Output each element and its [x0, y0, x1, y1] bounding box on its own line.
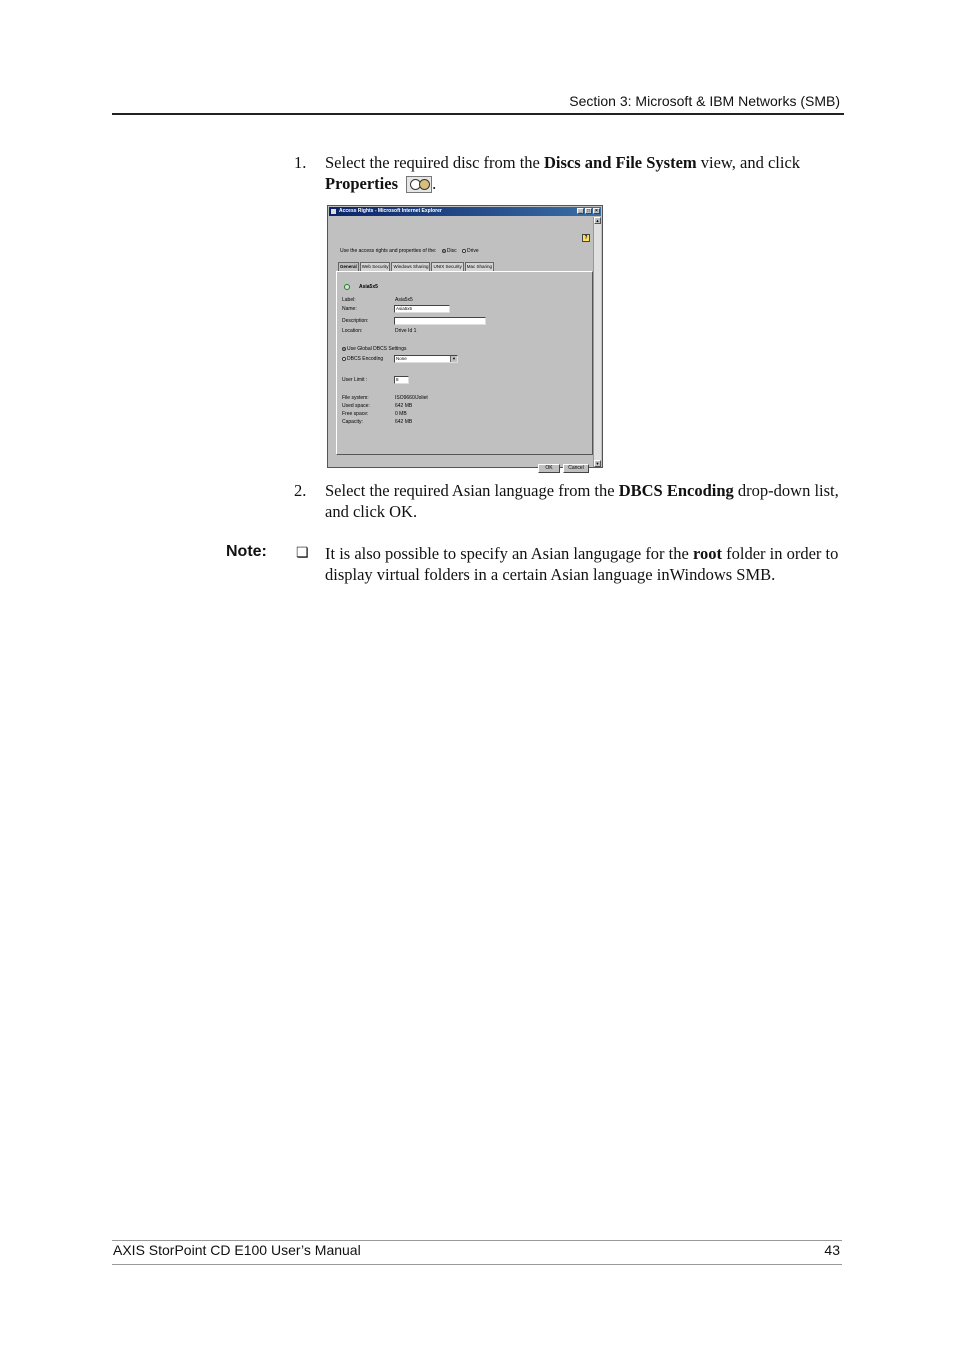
step-2: 2. Select the required Asian language fr…	[290, 480, 842, 524]
capacity-value: 642 MB	[395, 419, 413, 425]
checkbox-bullet-icon: ❏	[296, 546, 309, 561]
label-value: Asia5x5	[395, 297, 413, 303]
minimize-button[interactable]: _	[577, 208, 584, 214]
chevron-down-icon[interactable]: ▼	[450, 356, 457, 362]
use-global-label: Use Global DBCS Settings	[347, 346, 407, 352]
step-emphasis: DBCS Encoding	[618, 481, 734, 500]
note-emphasis: root	[692, 544, 722, 563]
disc-icon	[344, 284, 350, 290]
close-button[interactable]: ×	[593, 208, 600, 214]
step-text: Select the required disc from the Discs …	[325, 152, 842, 194]
ok-button[interactable]: OK	[538, 464, 560, 473]
header-rule	[112, 113, 844, 115]
section-title: Section 3: Microsoft & IBM Networks (SMB…	[569, 93, 840, 109]
tab-mac-sharing[interactable]: Mac Sharing	[464, 262, 494, 271]
footer-rule	[112, 1240, 842, 1241]
window-content: ? Use the access rights and properties o…	[330, 217, 593, 473]
free-space-label: Free space:	[342, 411, 369, 417]
label-label: Label:	[342, 297, 356, 303]
step-text-part: view, and click	[696, 153, 801, 172]
scroll-up-icon[interactable]: ▲	[594, 217, 601, 224]
step-text-part: Select the required disc from the	[325, 153, 545, 172]
dbcs-encoding-select[interactable]: None ▼	[394, 355, 458, 363]
step-text-part: drop-down list,	[733, 481, 839, 500]
step-text-part: Select the required Asian language from …	[325, 481, 619, 500]
maximize-button[interactable]: □	[585, 208, 592, 214]
use-rights-text: Use the access rights and properties of …	[340, 248, 437, 254]
location-label: Location:	[342, 328, 363, 334]
disc-name: Asia5x5	[359, 284, 378, 290]
description-field[interactable]	[394, 317, 486, 325]
description-label: Description:	[342, 318, 369, 324]
properties-icon	[406, 176, 433, 193]
disc-radio-label: Disc	[446, 248, 457, 254]
dbcs-radio[interactable]	[342, 357, 346, 361]
user-limit-field[interactable]: 8	[394, 376, 409, 384]
use-global-radio[interactable]	[342, 347, 346, 351]
free-space-value: 0 MB	[395, 411, 407, 417]
step-number: 2.	[294, 481, 307, 500]
access-rights-window: Access Rights - Microsoft Internet Explo…	[327, 205, 603, 473]
note-text: It is also possible to specify an Asian …	[325, 543, 842, 585]
note-label: Note:	[226, 543, 267, 560]
file-system-value: ISO9660/Joliet	[395, 395, 428, 401]
used-space-label: Used space:	[342, 403, 370, 409]
use-global-option: Use Global DBCS Settings	[342, 346, 406, 352]
dbcs-label: DBCS Encoding	[347, 356, 384, 362]
step-emphasis: Properties	[325, 174, 399, 193]
page-number: 43	[824, 1242, 840, 1258]
file-system-label: File system:	[342, 395, 369, 401]
use-rights-line: Use the access rights and properties of …	[340, 248, 479, 254]
ie-icon	[331, 209, 336, 214]
name-label: Name:	[342, 306, 357, 312]
user-limit-label: User Limit :	[342, 377, 368, 383]
footer-rule	[112, 1264, 842, 1265]
note-text-part: It is also possible to specify an Asian …	[325, 544, 693, 563]
vertical-scrollbar[interactable]: ▲ ▼	[593, 217, 601, 467]
tab-unix-security[interactable]: UNIX Security	[431, 262, 464, 271]
step-text: Select the required Asian language from …	[325, 480, 842, 522]
drive-radio-label: Drive	[466, 248, 479, 254]
dbcs-option: DBCS Encoding	[342, 356, 383, 362]
window-title: Access Rights - Microsoft Internet Explo…	[339, 208, 442, 214]
step-text-part: and click OK.	[325, 502, 418, 521]
cancel-button[interactable]: Cancel	[563, 464, 589, 473]
general-panel	[336, 271, 593, 455]
step-1: 1. Select the required disc from the Dis…	[290, 152, 842, 196]
help-icon[interactable]: ?	[582, 234, 590, 242]
manual-title: AXIS StorPoint CD E100 User’s Manual	[113, 1242, 361, 1258]
disc-radio[interactable]	[441, 249, 446, 253]
dbcs-selected-value: None	[396, 356, 407, 361]
step-emphasis: Discs and File System	[544, 153, 697, 172]
window-titlebar: Access Rights - Microsoft Internet Explo…	[329, 207, 601, 216]
tab-windows-sharing[interactable]: Windows Sharing	[391, 262, 431, 271]
location-value: Drive Id 1	[395, 328, 417, 334]
name-field[interactable]: Asia5x5	[394, 305, 450, 313]
scroll-down-icon[interactable]: ▼	[594, 460, 601, 467]
used-space-value: 642 MB	[395, 403, 413, 409]
tab-web-security[interactable]: Web Security	[359, 262, 391, 271]
step-text-part: .	[432, 174, 437, 193]
capacity-label: Capacity:	[342, 419, 363, 425]
step-number: 1.	[294, 153, 307, 172]
drive-radio[interactable]	[461, 249, 466, 253]
